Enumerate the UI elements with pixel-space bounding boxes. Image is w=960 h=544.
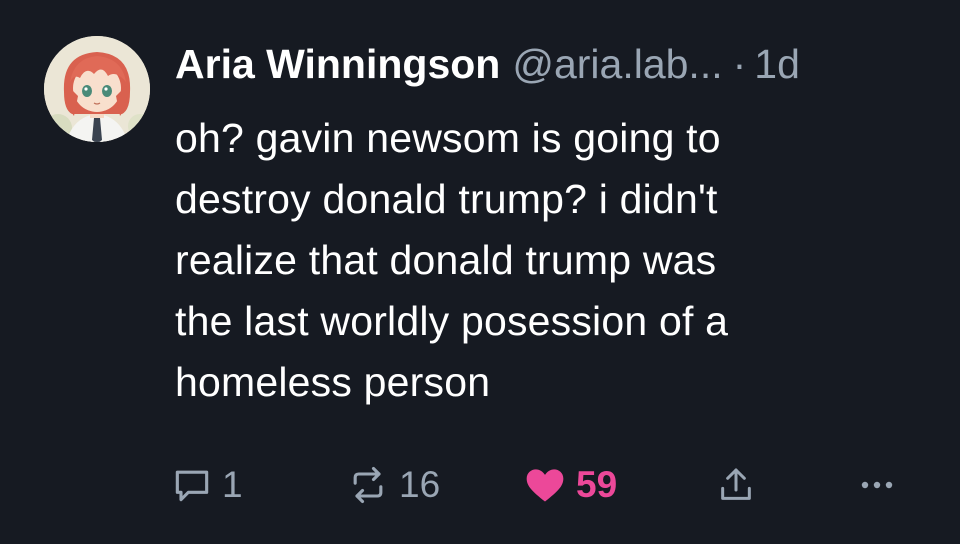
reply-count: 1 xyxy=(222,464,243,505)
more-icon xyxy=(861,481,893,489)
repost-icon xyxy=(353,466,383,504)
action-bar: 1 16 59 xyxy=(0,455,960,515)
more-options-button[interactable] xyxy=(857,455,897,515)
share-button[interactable] xyxy=(716,455,756,515)
post-card[interactable]: Aria Winningson @aria.lab... · 1d oh? gavin… xyxy=(0,0,960,544)
like-button[interactable]: 59 xyxy=(522,455,617,515)
like-count: 59 xyxy=(576,464,618,505)
share-icon xyxy=(721,468,751,500)
reply-icon xyxy=(175,470,209,502)
heart-icon xyxy=(526,469,564,502)
post-header: Aria Winningson @aria.lab... · 1d xyxy=(175,36,800,96)
repost-button[interactable]: 16 xyxy=(345,455,440,515)
timestamp[interactable]: 1d xyxy=(754,41,800,87)
separator-dot: · xyxy=(732,41,747,87)
user-handle[interactable]: @aria.lab... xyxy=(512,41,722,87)
repost-count: 16 xyxy=(399,464,441,505)
post-text: oh? gavin newsom is going to destroy don… xyxy=(175,115,729,405)
reply-button[interactable]: 1 xyxy=(170,455,243,515)
anime-avatar-icon xyxy=(44,36,150,142)
display-name[interactable]: Aria Winningson xyxy=(175,41,500,87)
avatar[interactable] xyxy=(44,36,150,142)
